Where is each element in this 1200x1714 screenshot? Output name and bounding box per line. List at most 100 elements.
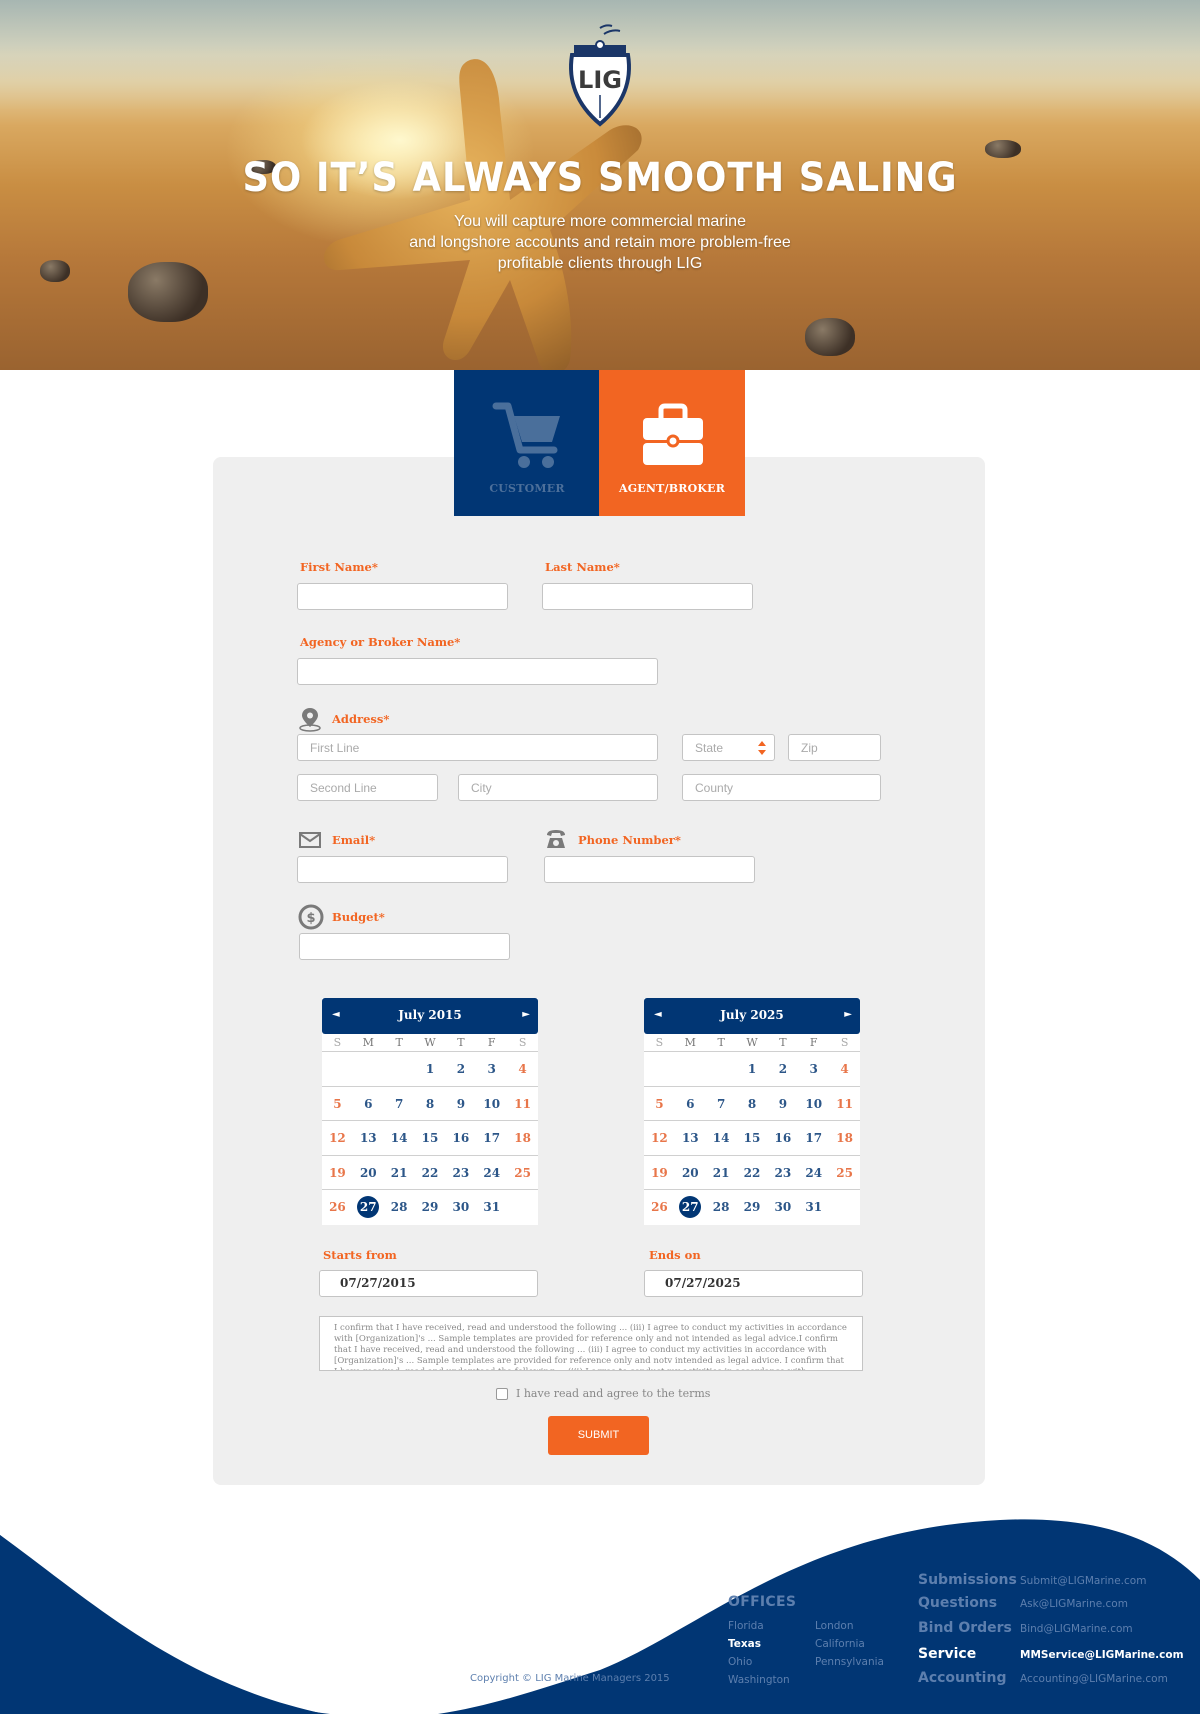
calendar-day[interactable]: 6: [353, 1087, 384, 1121]
lig-logo[interactable]: LIG: [560, 20, 640, 130]
starts-from-input[interactable]: 07/27/2015: [319, 1270, 538, 1297]
calendar-day[interactable]: 13: [353, 1121, 384, 1155]
last-name-input[interactable]: [542, 583, 753, 610]
calendar-day[interactable]: 28: [384, 1190, 415, 1225]
calendar-day[interactable]: 5: [322, 1087, 353, 1121]
address-second-line-input[interactable]: [297, 774, 438, 801]
tab-customer[interactable]: CUSTOMER: [454, 370, 600, 516]
calendar-day[interactable]: 3: [798, 1052, 829, 1086]
contact-email-link[interactable]: Accounting@LIGMarine.com: [1020, 1673, 1168, 1685]
office-link[interactable]: California: [815, 1638, 865, 1650]
calendar-day[interactable]: 4: [829, 1052, 860, 1086]
calendar-day[interactable]: 11: [829, 1087, 860, 1121]
calendar-day[interactable]: 22: [415, 1156, 446, 1190]
calendar-day-selected[interactable]: 27: [353, 1190, 384, 1225]
calendar-day[interactable]: 29: [415, 1190, 446, 1225]
calendar-day[interactable]: 20: [675, 1156, 706, 1190]
calendar-day[interactable]: 23: [445, 1156, 476, 1190]
calendar-day[interactable]: 17: [798, 1121, 829, 1155]
office-link[interactable]: Texas: [728, 1638, 761, 1650]
calendar-day[interactable]: 26: [322, 1190, 353, 1225]
office-link[interactable]: Washington: [728, 1674, 790, 1686]
calendar-day[interactable]: 10: [476, 1087, 507, 1121]
first-name-label: First Name*: [300, 560, 378, 574]
budget-input[interactable]: [299, 933, 510, 960]
contact-heading: Service: [918, 1646, 977, 1662]
state-select[interactable]: State: [682, 734, 775, 761]
calendar-day[interactable]: 8: [737, 1087, 768, 1121]
calendar-day[interactable]: 20: [353, 1156, 384, 1190]
office-link[interactable]: Pennsylvania: [815, 1656, 884, 1668]
calendar-day[interactable]: 16: [445, 1121, 476, 1155]
calendar-day[interactable]: 30: [445, 1190, 476, 1225]
calendar-day[interactable]: 11: [507, 1087, 538, 1121]
calendar-day[interactable]: 26: [644, 1190, 675, 1225]
calendar-day[interactable]: 18: [829, 1121, 860, 1155]
next-month-button[interactable]: ►: [844, 1009, 852, 1020]
address-first-line-input[interactable]: [297, 734, 658, 761]
calendar-day[interactable]: 21: [384, 1156, 415, 1190]
calendar-day[interactable]: 2: [767, 1052, 798, 1086]
calendar-day[interactable]: 3: [476, 1052, 507, 1086]
ends-on-input[interactable]: 07/27/2025: [644, 1270, 863, 1297]
calendar-day[interactable]: 5: [644, 1087, 675, 1121]
calendar-day[interactable]: 14: [384, 1121, 415, 1155]
contact-email-link[interactable]: MMService@LIGMarine.com: [1020, 1649, 1184, 1661]
contact-email-link[interactable]: Submit@LIGMarine.com: [1020, 1575, 1146, 1587]
calendar-day[interactable]: 16: [767, 1121, 798, 1155]
calendar-day[interactable]: 6: [675, 1087, 706, 1121]
next-month-button[interactable]: ►: [522, 1009, 530, 1020]
calendar-day[interactable]: 4: [507, 1052, 538, 1086]
agency-name-input[interactable]: [297, 658, 658, 685]
calendar-day[interactable]: 1: [737, 1052, 768, 1086]
calendar-day[interactable]: 25: [829, 1156, 860, 1190]
calendar-day[interactable]: 31: [476, 1190, 507, 1225]
calendar-day[interactable]: 1: [415, 1052, 446, 1086]
calendar-day[interactable]: 19: [322, 1156, 353, 1190]
calendar-day[interactable]: 9: [767, 1087, 798, 1121]
calendar-day[interactable]: 8: [415, 1087, 446, 1121]
contact-email-link[interactable]: Ask@LIGMarine.com: [1020, 1598, 1128, 1610]
calendar-day[interactable]: 7: [384, 1087, 415, 1121]
calendar-day[interactable]: 14: [706, 1121, 737, 1155]
calendar-day-selected[interactable]: 27: [675, 1190, 706, 1225]
calendar-day[interactable]: 28: [706, 1190, 737, 1225]
calendar-day[interactable]: 24: [798, 1156, 829, 1190]
calendar-day[interactable]: 19: [644, 1156, 675, 1190]
calendar-day[interactable]: 30: [767, 1190, 798, 1225]
calendar-day[interactable]: 29: [737, 1190, 768, 1225]
calendar-day[interactable]: 22: [737, 1156, 768, 1190]
calendar-day[interactable]: 7: [706, 1087, 737, 1121]
calendar-day[interactable]: 12: [322, 1121, 353, 1155]
calendar-day[interactable]: 10: [798, 1087, 829, 1121]
calendar-day[interactable]: 24: [476, 1156, 507, 1190]
calendar-day[interactable]: 13: [675, 1121, 706, 1155]
calendar-day[interactable]: 12: [644, 1121, 675, 1155]
email-input[interactable]: [297, 856, 508, 883]
agree-terms-row[interactable]: I have read and agree to the terms: [496, 1387, 710, 1400]
calendar-day[interactable]: 15: [415, 1121, 446, 1155]
calendar-day[interactable]: 18: [507, 1121, 538, 1155]
city-input[interactable]: [458, 774, 658, 801]
phone-input[interactable]: [544, 856, 755, 883]
calendar-day[interactable]: 15: [737, 1121, 768, 1155]
contact-email-link[interactable]: Bind@LIGMarine.com: [1020, 1623, 1133, 1635]
calendar-day[interactable]: 31: [798, 1190, 829, 1225]
tab-agent-broker[interactable]: AGENT/BROKER: [599, 370, 745, 516]
zip-input[interactable]: [788, 734, 881, 761]
calendar-day[interactable]: 21: [706, 1156, 737, 1190]
calendar-day[interactable]: 9: [445, 1087, 476, 1121]
calendar-day[interactable]: 23: [767, 1156, 798, 1190]
calendar-day[interactable]: 25: [507, 1156, 538, 1190]
county-input[interactable]: [682, 774, 881, 801]
office-link[interactable]: Florida: [728, 1620, 764, 1632]
office-link[interactable]: London: [815, 1620, 854, 1632]
office-link[interactable]: Ohio: [728, 1656, 752, 1668]
calendar-day: [384, 1052, 415, 1086]
terms-textarea[interactable]: I confirm that I have received, read and…: [319, 1316, 863, 1371]
agree-terms-checkbox[interactable]: [496, 1388, 508, 1400]
submit-button[interactable]: SUBMIT: [548, 1416, 649, 1455]
calendar-day[interactable]: 2: [445, 1052, 476, 1086]
calendar-day[interactable]: 17: [476, 1121, 507, 1155]
first-name-input[interactable]: [297, 583, 508, 610]
